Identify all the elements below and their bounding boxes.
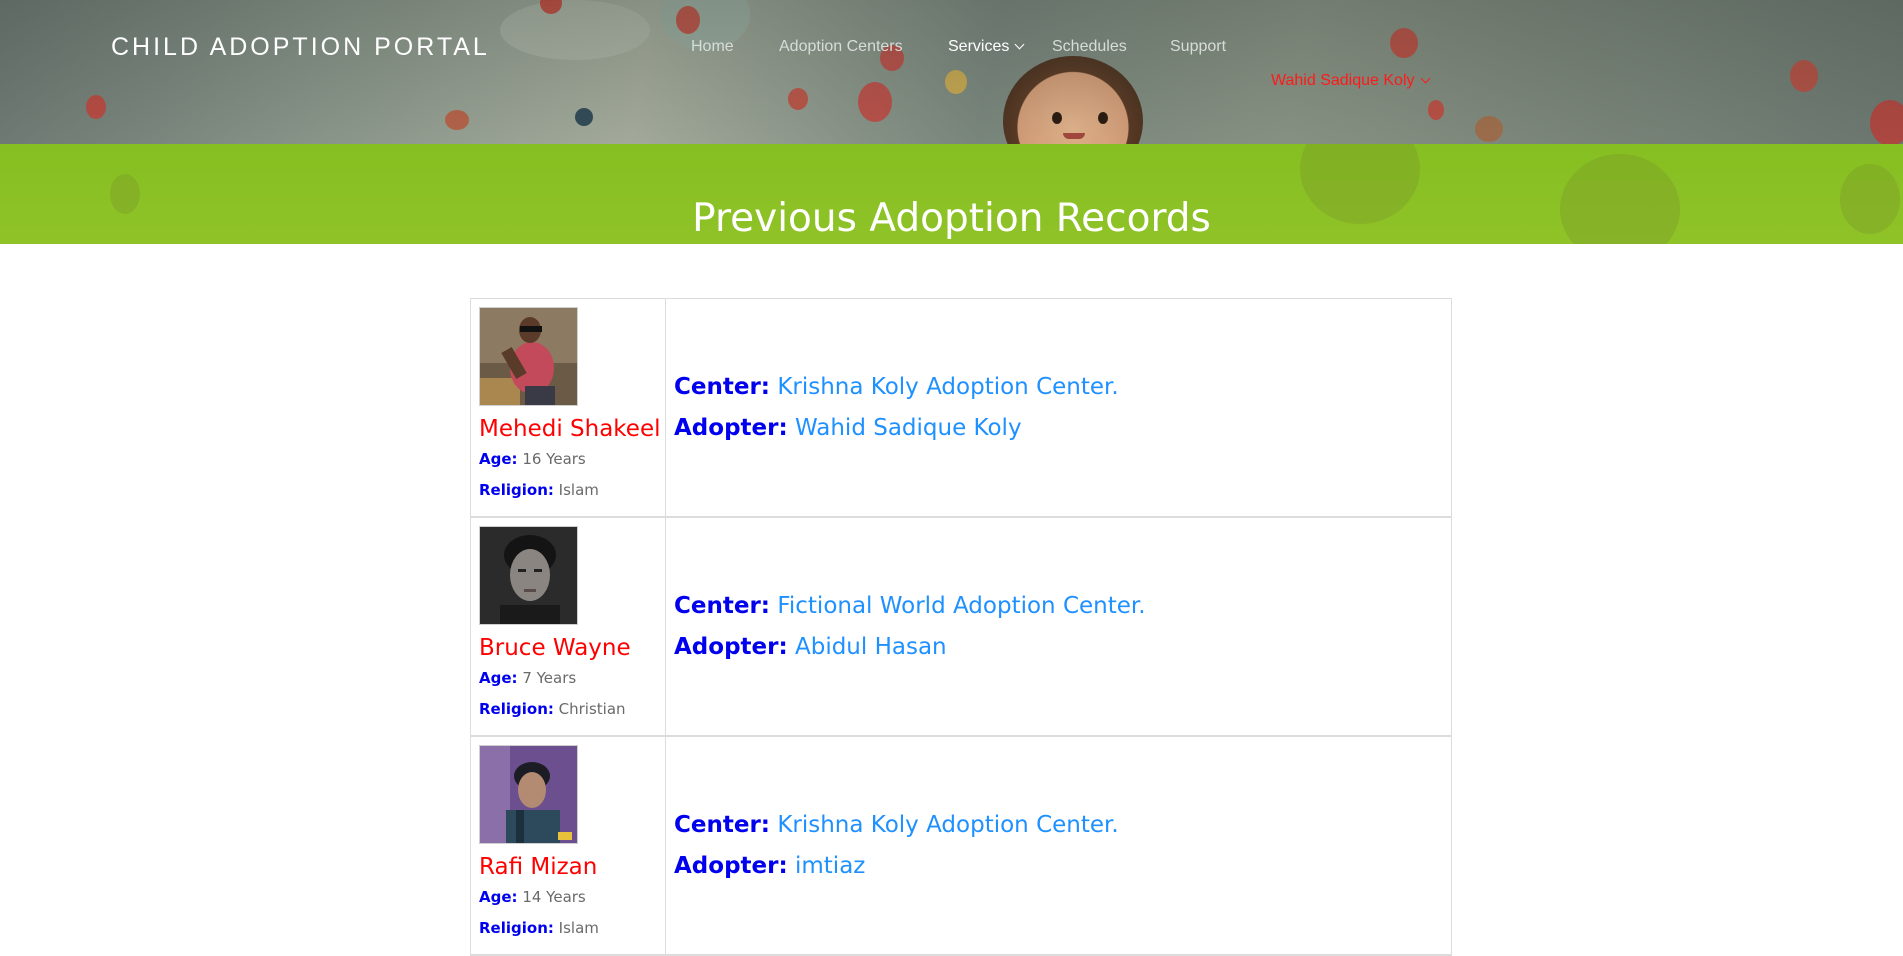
age-value: 16 Years: [522, 450, 586, 468]
age-label: Age:: [479, 450, 518, 468]
chevron-down-icon: [1420, 73, 1430, 84]
center-line: Center: Fictional World Adoption Center.: [674, 586, 1451, 627]
center-label: Center:: [674, 592, 770, 619]
records-table: Mehedi Shakeel Age: 16 Years Religion: I…: [470, 298, 1452, 956]
nav-schedules[interactable]: Schedules: [1052, 38, 1127, 56]
adopter-value: Wahid Sadique Koly: [794, 414, 1022, 441]
religion-value: Christian: [558, 700, 626, 718]
adopter-line: Adopter: imtiaz: [674, 846, 1451, 887]
religion-label: Religion:: [479, 919, 554, 937]
user-name: Wahid Sadique Koly: [1271, 72, 1415, 89]
table-row: Bruce Wayne Age: 7 Years Religion: Chris…: [471, 518, 1451, 737]
religion-value: Islam: [558, 919, 599, 937]
religion-label: Religion:: [479, 481, 554, 499]
center-value: Krishna Koly Adoption Center.: [777, 811, 1119, 838]
adoption-info-cell: Center: Krishna Koly Adoption Center. Ad…: [666, 737, 1451, 954]
child-photo: [479, 307, 578, 406]
site-brand[interactable]: CHILD ADOPTION PORTAL: [111, 33, 490, 62]
nav-services[interactable]: Services: [948, 38, 1025, 56]
adopter-value: Abidul Hasan: [794, 633, 947, 660]
chevron-down-icon: [1014, 39, 1025, 50]
child-photo: [479, 745, 578, 844]
hero-header: CHILD ADOPTION PORTAL Home Adoption Cent…: [0, 0, 1903, 144]
nav-home[interactable]: Home: [691, 38, 734, 56]
child-religion: Religion: Islam: [479, 913, 665, 944]
adoption-info-cell: Center: Fictional World Adoption Center.…: [666, 518, 1451, 735]
child-cell: Mehedi Shakeel Age: 16 Years Religion: I…: [471, 299, 666, 516]
child-religion: Religion: Islam: [479, 475, 665, 506]
center-label: Center:: [674, 373, 770, 400]
child-name: Bruce Wayne: [479, 635, 631, 661]
child-age: Age: 16 Years: [479, 444, 665, 475]
adopter-line: Adopter: Abidul Hasan: [674, 627, 1451, 668]
child-cell: Rafi Mizan Age: 14 Years Religion: Islam: [471, 737, 666, 954]
child-religion: Religion: Christian: [479, 694, 665, 725]
child-age: Age: 14 Years: [479, 882, 665, 913]
adopter-line: Adopter: Wahid Sadique Koly: [674, 408, 1451, 449]
adoption-info-cell: Center: Krishna Koly Adoption Center. Ad…: [666, 299, 1451, 516]
table-row: Mehedi Shakeel Age: 16 Years Religion: I…: [471, 299, 1451, 518]
adopter-label: Adopter:: [674, 633, 788, 660]
child-name: Rafi Mizan: [479, 854, 598, 880]
age-label: Age:: [479, 669, 518, 687]
center-line: Center: Krishna Koly Adoption Center.: [674, 805, 1451, 846]
center-label: Center:: [674, 811, 770, 838]
table-row: Rafi Mizan Age: 14 Years Religion: Islam…: [471, 737, 1451, 956]
adopter-label: Adopter:: [674, 414, 788, 441]
nav-adoption-centers[interactable]: Adoption Centers: [779, 38, 903, 56]
center-line: Center: Krishna Koly Adoption Center.: [674, 367, 1451, 408]
page-title: Previous Adoption Records: [692, 196, 1211, 242]
nav-support[interactable]: Support: [1170, 38, 1226, 56]
adopter-label: Adopter:: [674, 852, 788, 879]
child-photo: [479, 526, 578, 625]
center-value: Krishna Koly Adoption Center.: [777, 373, 1119, 400]
religion-label: Religion:: [479, 700, 554, 718]
religion-value: Islam: [558, 481, 599, 499]
adopter-value: imtiaz: [794, 852, 866, 879]
center-value: Fictional World Adoption Center.: [777, 592, 1146, 619]
age-label: Age:: [479, 888, 518, 906]
age-value: 14 Years: [522, 888, 586, 906]
nav-services-label: Services: [948, 38, 1010, 55]
page-banner: Previous Adoption Records: [0, 144, 1903, 244]
child-age: Age: 7 Years: [479, 663, 665, 694]
age-value: 7 Years: [522, 669, 577, 687]
child-name: Mehedi Shakeel: [479, 416, 661, 442]
user-menu[interactable]: Wahid Sadique Koly: [1271, 72, 1430, 90]
child-cell: Bruce Wayne Age: 7 Years Religion: Chris…: [471, 518, 666, 735]
